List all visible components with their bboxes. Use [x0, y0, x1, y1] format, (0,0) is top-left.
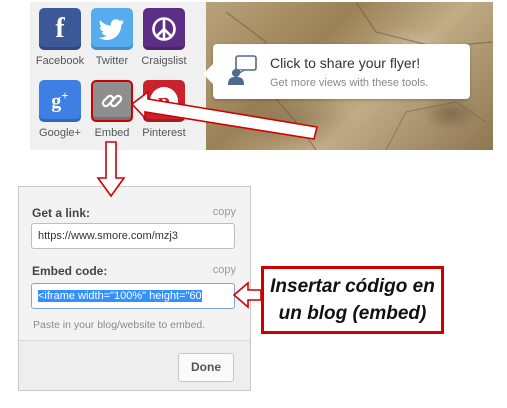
arrow-to-embed-field — [232, 281, 262, 309]
annotation-arrows — [96, 90, 318, 309]
arrow-to-dialog — [96, 141, 126, 198]
arrow-to-embed — [130, 90, 318, 140]
